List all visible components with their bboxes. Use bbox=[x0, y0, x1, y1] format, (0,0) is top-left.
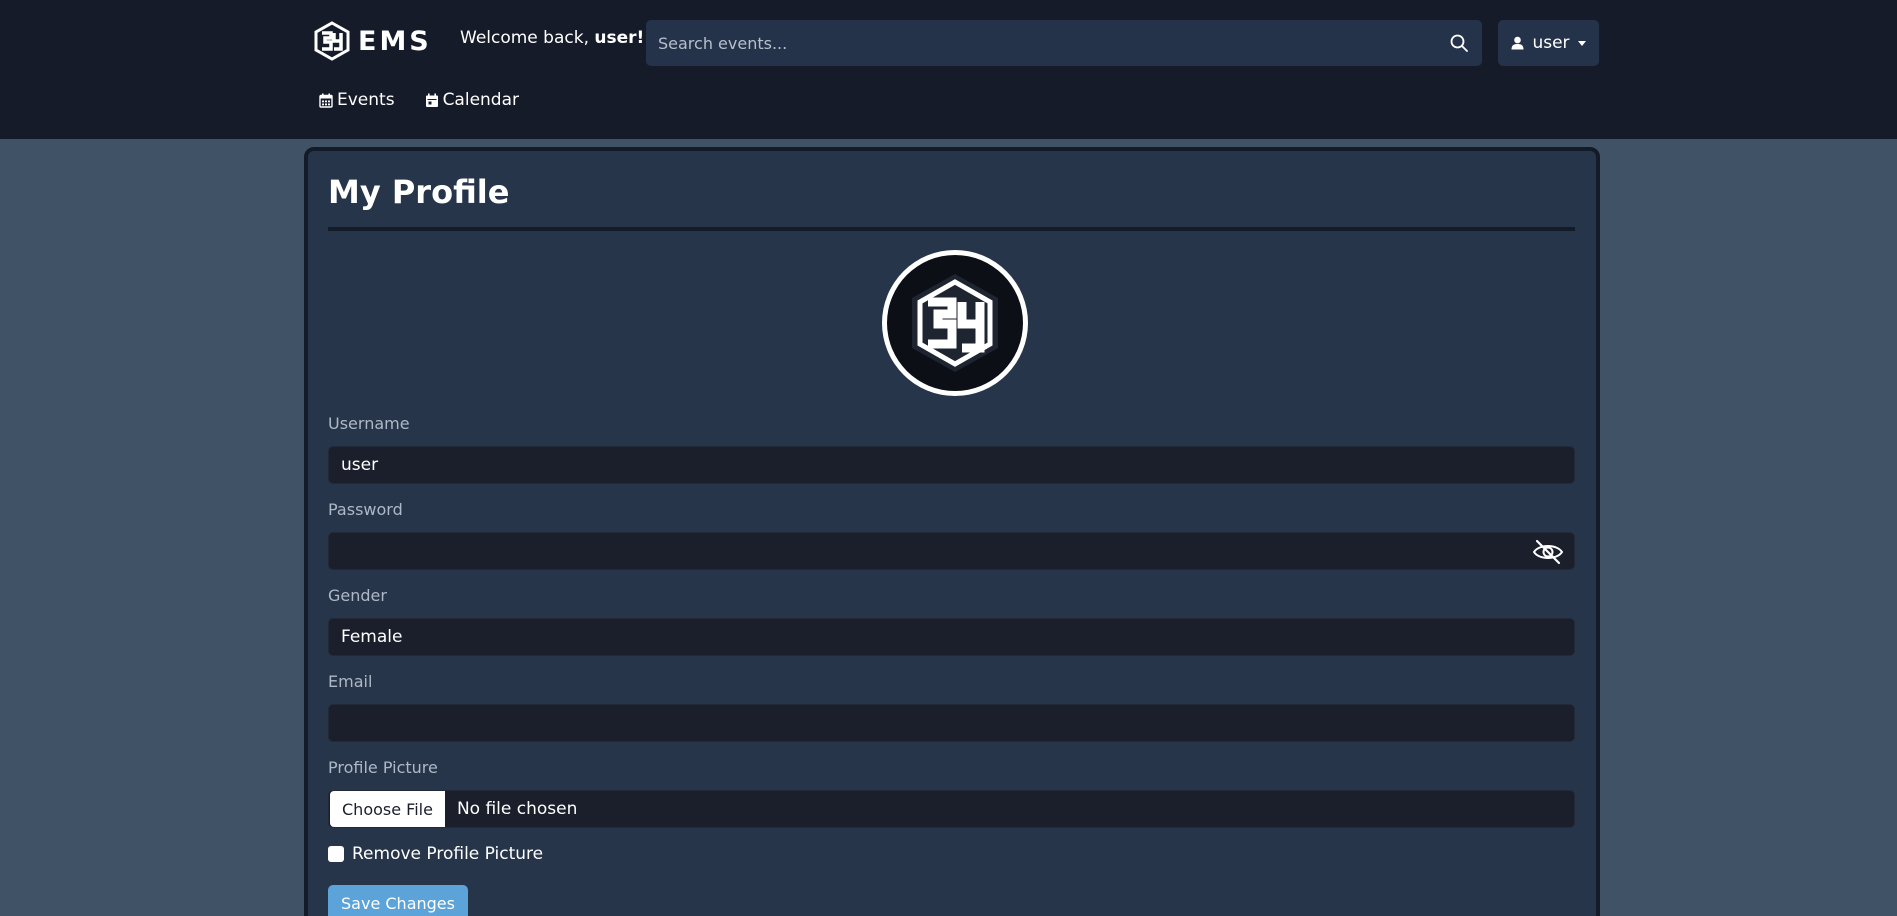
gender-field-wrapper bbox=[328, 618, 1575, 656]
welcome-username: user! bbox=[594, 28, 645, 48]
avatar-inner bbox=[887, 255, 1023, 391]
profile-picture-label: Profile Picture bbox=[328, 758, 438, 777]
page-title: My Profile bbox=[328, 173, 510, 211]
nav-item-events-label: Events bbox=[337, 90, 395, 110]
logo-icon bbox=[314, 21, 350, 61]
main-nav: Events Calendar bbox=[319, 90, 519, 110]
email-field-wrapper bbox=[328, 704, 1575, 742]
nav-item-calendar-label: Calendar bbox=[442, 90, 520, 110]
title-divider bbox=[328, 227, 1575, 231]
password-label: Password bbox=[328, 500, 403, 519]
brand-text: EMS bbox=[358, 25, 432, 57]
nav-item-calendar[interactable]: Calendar bbox=[425, 90, 519, 110]
choose-file-button[interactable]: Choose File bbox=[330, 791, 445, 827]
profile-card: My Profile Username Password Gender bbox=[304, 147, 1600, 916]
email-input[interactable] bbox=[329, 705, 1574, 741]
avatar-logo-icon bbox=[912, 274, 998, 372]
search-bar bbox=[646, 20, 1482, 66]
search-button[interactable] bbox=[1444, 28, 1474, 58]
remove-picture-row: Remove Profile Picture bbox=[328, 844, 543, 864]
file-status-text: No file chosen bbox=[456, 799, 578, 819]
email-label: Email bbox=[328, 672, 373, 691]
avatar bbox=[882, 250, 1028, 396]
user-menu-button[interactable]: user bbox=[1498, 20, 1599, 66]
search-input[interactable] bbox=[646, 20, 1426, 66]
calendar-grid-icon bbox=[319, 93, 333, 108]
toggle-password-button[interactable] bbox=[1532, 538, 1564, 566]
user-icon bbox=[1511, 36, 1524, 50]
brand-logo[interactable]: EMS bbox=[312, 21, 432, 61]
user-menu-label: user bbox=[1532, 33, 1570, 53]
save-changes-button[interactable]: Save Changes bbox=[328, 885, 468, 916]
gender-input[interactable] bbox=[329, 619, 1574, 655]
password-field-wrapper bbox=[328, 532, 1575, 570]
profile-picture-field: Choose File No file chosen bbox=[328, 790, 1575, 828]
welcome-prefix: Welcome back, bbox=[460, 28, 595, 48]
remove-picture-checkbox[interactable] bbox=[328, 846, 344, 862]
password-input[interactable] bbox=[329, 533, 1574, 569]
welcome-message: Welcome back, user! bbox=[460, 28, 644, 48]
chevron-down-icon bbox=[1577, 40, 1586, 46]
username-input[interactable] bbox=[329, 447, 1574, 483]
gender-label: Gender bbox=[328, 586, 387, 605]
top-navbar: EMS Welcome back, user! user bbox=[0, 0, 1897, 139]
nav-item-events[interactable]: Events bbox=[319, 90, 395, 110]
eye-slash-icon bbox=[1532, 539, 1564, 565]
search-icon bbox=[1450, 34, 1468, 52]
calendar-day-icon bbox=[425, 93, 438, 107]
remove-picture-label[interactable]: Remove Profile Picture bbox=[352, 844, 543, 864]
username-field-wrapper bbox=[328, 446, 1575, 484]
username-label: Username bbox=[328, 414, 410, 433]
